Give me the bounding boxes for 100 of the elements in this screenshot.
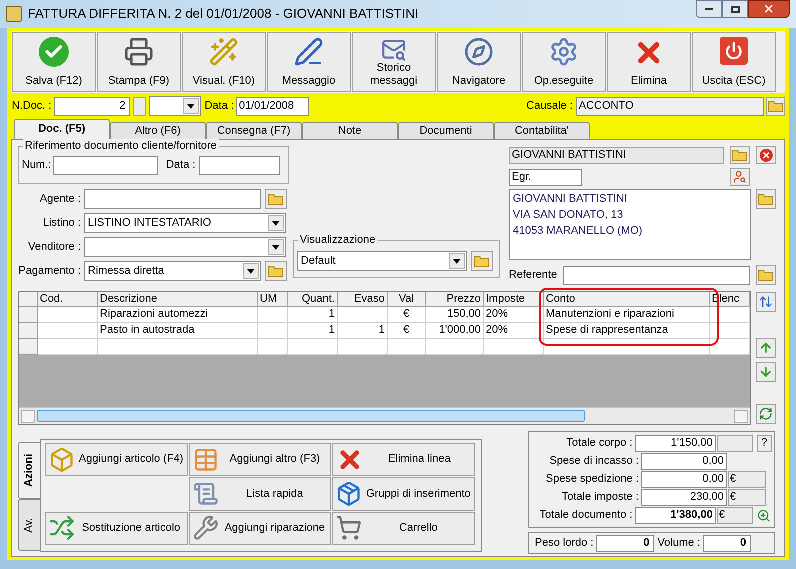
zoom-in-icon	[757, 508, 772, 522]
customer-name-field[interactable]: GIOVANNI BATTISTINI	[509, 146, 724, 164]
refresh-icon	[759, 407, 773, 421]
toolbar-button[interactable]: Navigatore	[437, 32, 521, 92]
refresh-button[interactable]	[756, 404, 776, 424]
folder-button[interactable]	[730, 146, 750, 164]
pen-letter-icon	[294, 37, 324, 67]
field-label: Venditore :	[27, 240, 82, 255]
total-label: Spese di incasso :	[548, 454, 640, 470]
folder-button[interactable]	[265, 261, 287, 281]
action-button[interactable]: Sostituzione articolo	[45, 512, 188, 545]
window-title: FATTURA DIFFERITA N. 2 del 01/01/2008 - GIOVANNI BATTISTINI	[28, 5, 420, 24]
zoom-button[interactable]	[756, 507, 772, 524]
minimize-button[interactable]	[696, 0, 722, 18]
tab[interactable]: Contabilita'	[494, 122, 590, 139]
action-button[interactable]: Aggiungi riparazione	[188, 512, 332, 545]
help-button[interactable]: ?	[756, 435, 772, 452]
table-cell	[484, 339, 544, 355]
action-button[interactable]: Gruppi di inserimento	[332, 477, 475, 511]
date-label: Data :	[204, 98, 234, 114]
date-field[interactable]	[198, 156, 280, 175]
folder-icon	[758, 268, 774, 282]
tab[interactable]: Altro (F6)	[110, 122, 206, 139]
salutation-field[interactable]: Egr.	[509, 168, 582, 186]
close-button[interactable]	[748, 0, 790, 18]
address-field[interactable]: GIOVANNI BATTISTINI VIA SAN DONATO, 13 41053 MARANELLO (MO)	[509, 189, 751, 260]
table-cell	[288, 339, 338, 355]
toolbar-button[interactable]: Messaggio	[267, 32, 351, 92]
small-button[interactable]	[132, 96, 146, 116]
scroll-right-button[interactable]	[734, 410, 748, 422]
toolbar-button[interactable]: Uscita (ESC)	[692, 32, 776, 92]
maximize-button[interactable]	[722, 0, 748, 18]
action-button[interactable]: Lista rapida	[188, 477, 332, 511]
weight-label: Peso lordo :	[535, 536, 595, 551]
action-button[interactable]: Aggiungi altro (F3)	[188, 443, 332, 476]
total-value: 230,00	[641, 489, 727, 506]
scroll-left-button[interactable]	[21, 410, 35, 422]
gears-icon	[549, 37, 579, 67]
total-value: 1'150,00	[634, 435, 716, 452]
referente-field[interactable]	[563, 266, 750, 284]
side-tab[interactable]: Azioni	[18, 442, 40, 499]
scroll-thumb[interactable]	[37, 410, 585, 422]
folder-button[interactable]	[265, 189, 287, 209]
dropdown-field[interactable]: Default	[297, 251, 467, 271]
move-up-button[interactable]	[756, 338, 776, 358]
move-down-button[interactable]	[756, 362, 776, 382]
toolbar-button[interactable]: Elimina	[607, 32, 691, 92]
table-cell	[38, 339, 98, 355]
dropdown-field[interactable]	[148, 96, 201, 116]
date-field[interactable]: 01/01/2008	[236, 96, 310, 116]
toolbar-button[interactable]: Storico messaggi	[352, 32, 436, 92]
tab[interactable]: Note	[302, 122, 398, 139]
up-down-arrow-icon	[759, 295, 773, 309]
tab[interactable]: Doc. (F5)	[14, 119, 110, 139]
toolbar-button[interactable]: Visual. (F10)	[182, 32, 266, 92]
close-icon	[763, 3, 775, 15]
input-field[interactable]	[84, 189, 261, 209]
action-button[interactable]: Elimina linea	[332, 443, 475, 476]
row-header[interactable]	[19, 307, 38, 323]
address-line: GIOVANNI BATTISTINI	[513, 192, 628, 207]
causale-field[interactable]: ACCONTO	[576, 96, 764, 116]
folder-icon	[474, 254, 490, 268]
tab[interactable]: Documenti	[398, 122, 494, 139]
table-cell	[388, 339, 426, 355]
folder-icon	[732, 148, 748, 162]
ndoc-field[interactable]: 2	[54, 96, 130, 116]
folder-button[interactable]	[471, 251, 493, 271]
field-label: Agente :	[39, 192, 82, 207]
action-button[interactable]: Carrello	[332, 512, 475, 545]
row-header[interactable]	[19, 323, 38, 339]
remove-button[interactable]	[756, 146, 776, 164]
folder-icon	[268, 264, 284, 278]
check-icon	[39, 37, 69, 67]
side-tab[interactable]: Av.	[18, 499, 40, 551]
row-header[interactable]	[19, 339, 38, 355]
toolbar-button[interactable]: Op.eseguite	[522, 32, 606, 92]
weight-value: 0	[596, 534, 654, 552]
folder-icon	[758, 192, 774, 206]
app-icon	[6, 6, 22, 22]
wrench-icon	[192, 515, 219, 542]
num-label: Num.:	[22, 158, 52, 174]
num-field[interactable]	[53, 156, 158, 175]
currency-field: €	[728, 471, 766, 488]
folder-button[interactable]	[756, 265, 776, 285]
folder-button[interactable]	[756, 189, 776, 209]
tab[interactable]: Consegna (F7)	[206, 122, 302, 139]
cart-icon	[336, 515, 362, 542]
field-label: Pagamento :	[18, 264, 82, 279]
folder-button[interactable]	[766, 96, 785, 116]
person-search-button[interactable]	[730, 168, 750, 186]
toolbar-button[interactable]: Stampa (F9)	[97, 32, 181, 92]
sort-button[interactable]	[756, 292, 776, 312]
dropdown-field[interactable]	[84, 237, 286, 257]
toolbar-button[interactable]: Salva (F12)	[12, 32, 96, 92]
dropdown-field[interactable]: Rimessa diretta	[84, 261, 261, 281]
action-button[interactable]: Aggiungi articolo (F4)	[45, 443, 188, 476]
dropdown-field[interactable]: LISTINO INTESTATARIO	[84, 213, 286, 233]
horizontal-scrollbar[interactable]	[19, 407, 750, 424]
wand-icon	[209, 37, 239, 67]
date-label: Data :	[166, 158, 196, 174]
